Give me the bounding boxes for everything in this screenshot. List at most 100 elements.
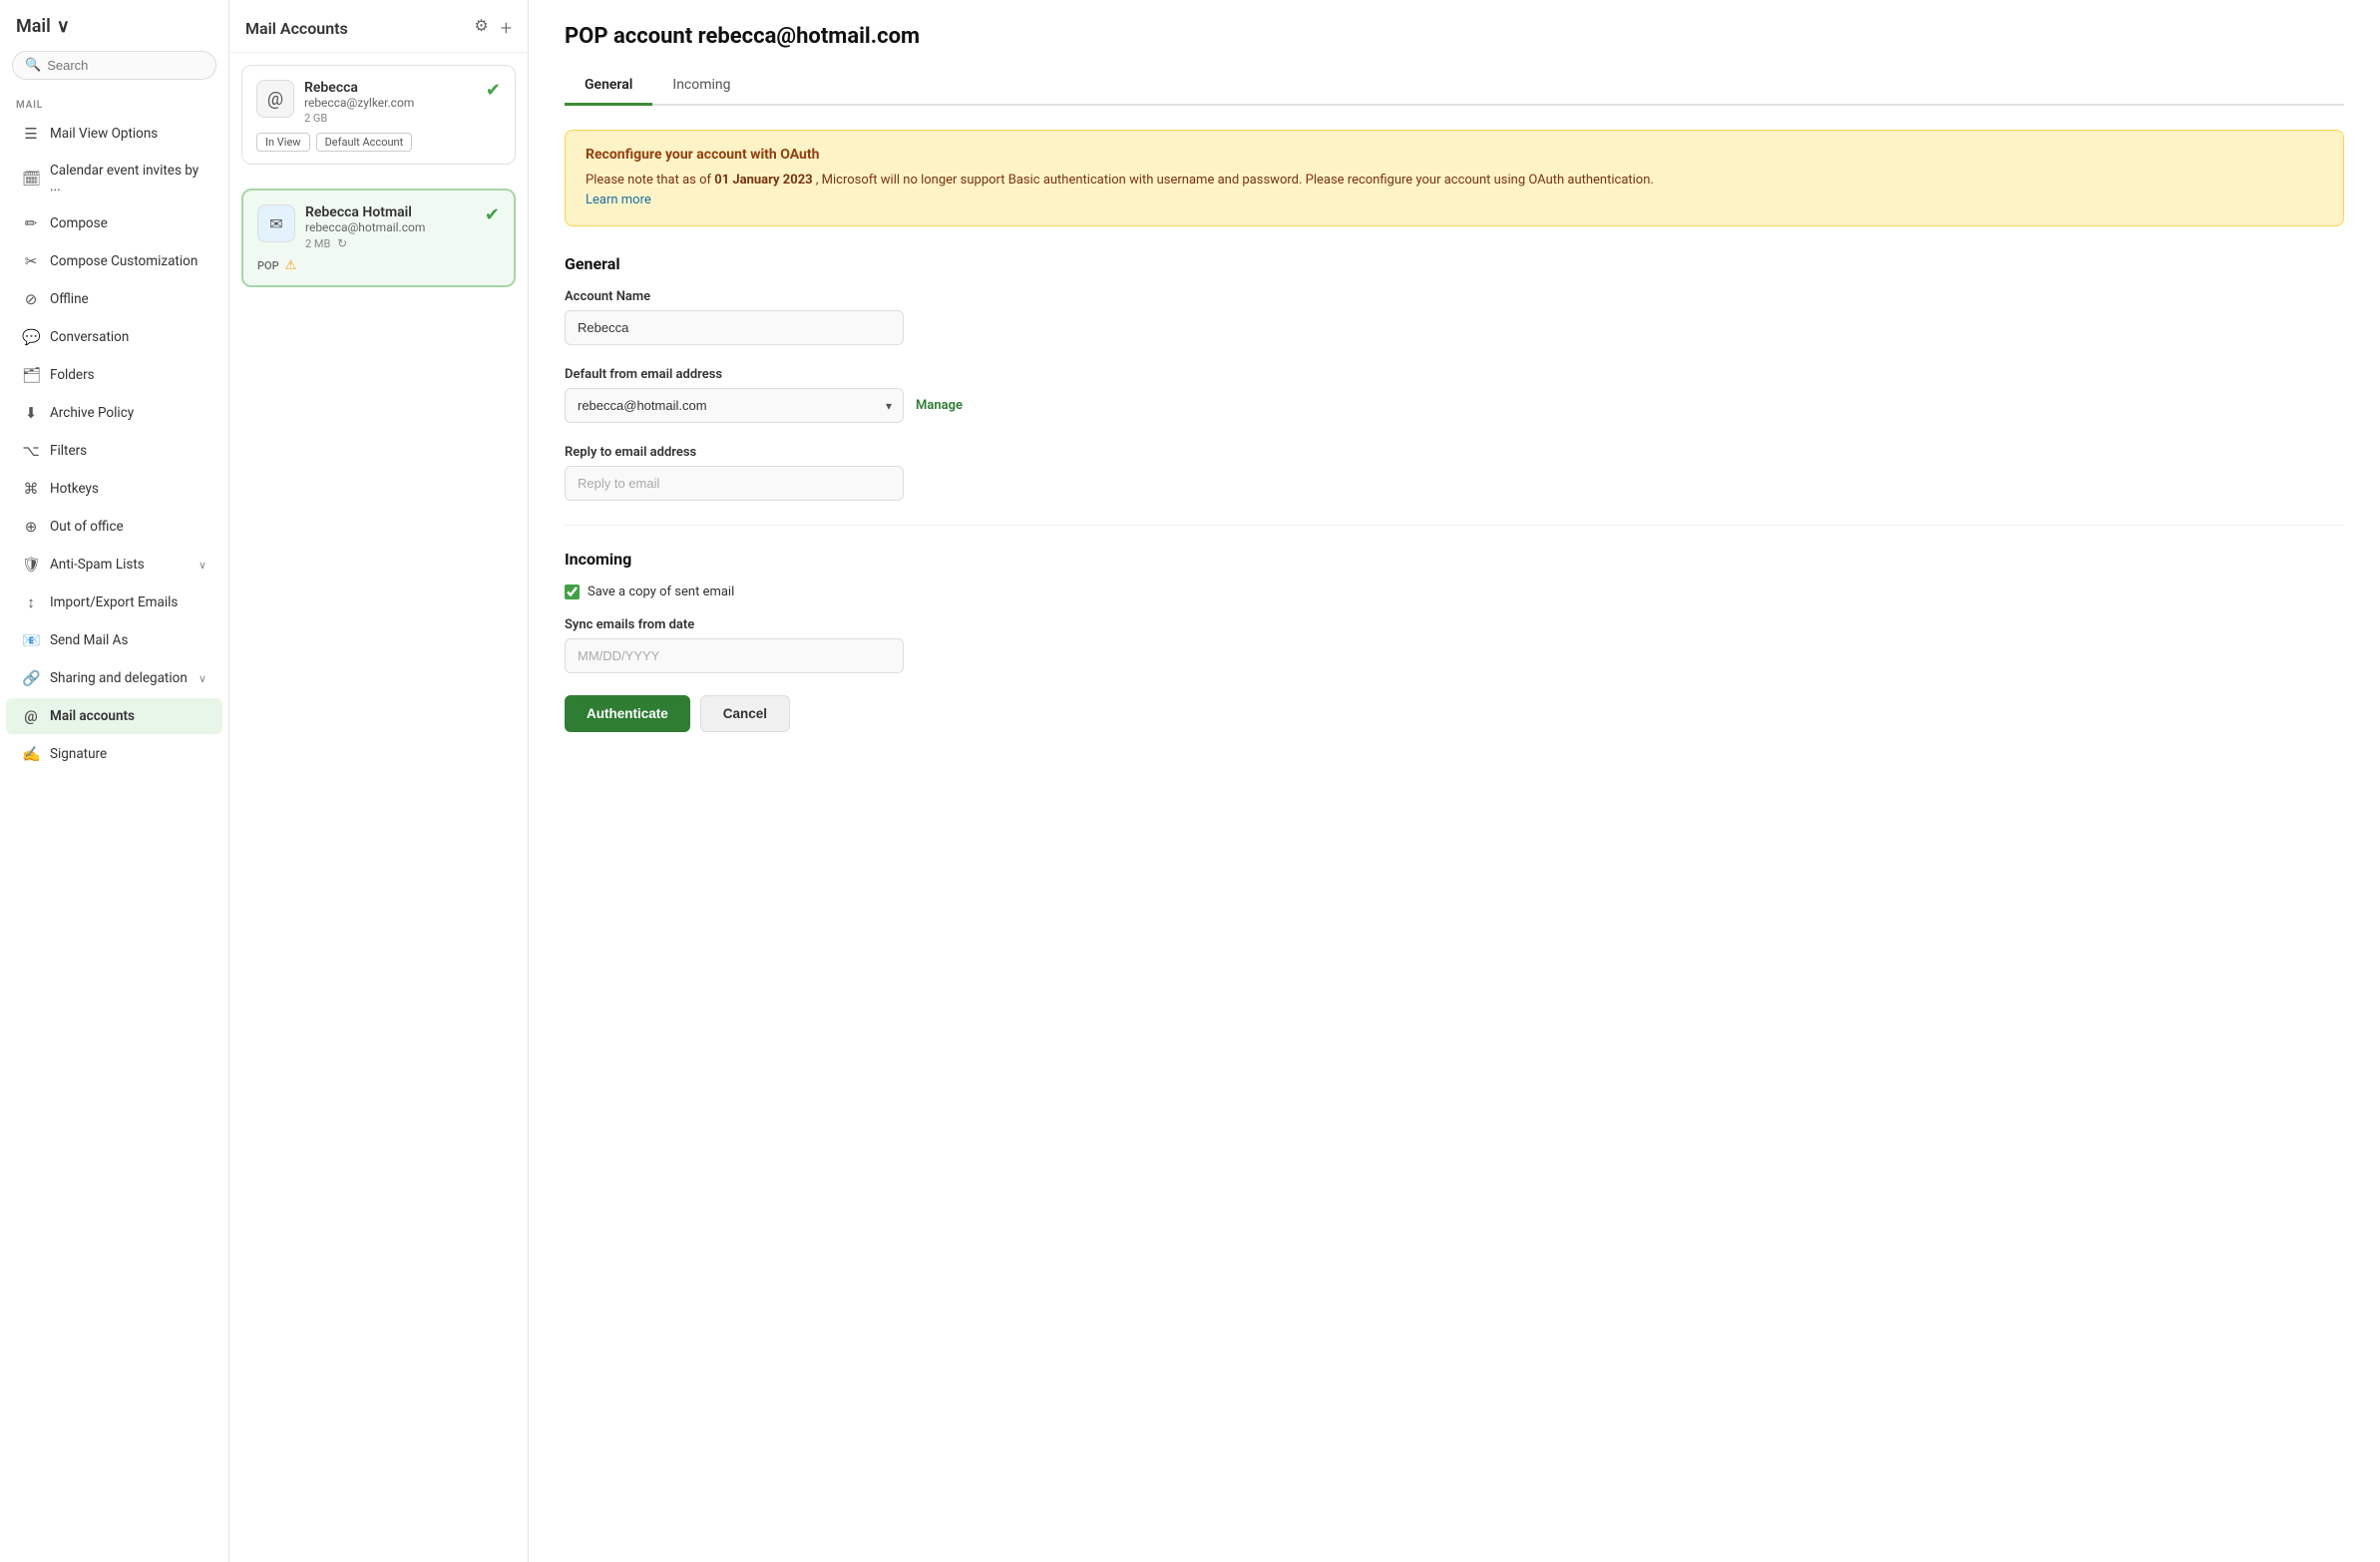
sidebar-item-import-export[interactable]: ↕ Import/Export Emails	[6, 585, 222, 620]
search-bar[interactable]: 🔍	[12, 51, 216, 80]
account-name-input[interactable]	[565, 310, 904, 345]
compose-custom-icon: ✂	[22, 252, 40, 270]
hotmail-icon: ✉	[269, 214, 282, 233]
account-info-hotmail: Rebecca Hotmail rebecca@hotmail.com 2 MB…	[305, 204, 475, 250]
sidebar-item-label: Mail accounts	[50, 708, 135, 724]
sidebar-item-label: Archive Policy	[50, 405, 134, 421]
app-title-chevron[interactable]: ∨	[57, 16, 70, 37]
sidebar-item-label: Conversation	[50, 329, 129, 345]
archive-icon: ⬇	[22, 404, 40, 422]
sidebar-item-anti-spam-lists[interactable]: 🛡 Anti-Spam Lists ∨	[6, 547, 222, 583]
sidebar-item-sharing-delegation[interactable]: 🔗 Sharing and delegation ∨	[6, 660, 222, 696]
account-email: rebecca@zylker.com	[304, 96, 476, 110]
account-info-rebecca: Rebecca rebecca@zylker.com 2 GB	[304, 80, 476, 125]
account-tags: In View Default Account	[256, 133, 501, 152]
account-check-icon-hotmail: ✔	[485, 204, 500, 225]
avatar-rebecca-zylker: @	[256, 80, 294, 118]
account-type-pop: POP	[257, 259, 279, 272]
search-input[interactable]	[47, 58, 203, 73]
account-card-top: @ Rebecca rebecca@zylker.com 2 GB ✔	[256, 80, 501, 125]
sidebar-item-compose-customization[interactable]: ✂ Compose Customization	[6, 243, 222, 279]
account-card-rebecca-zylker[interactable]: @ Rebecca rebecca@zylker.com 2 GB ✔ In V…	[241, 65, 516, 165]
sidebar-item-label: Send Mail As	[50, 632, 128, 648]
account-email-hotmail: rebecca@hotmail.com	[305, 220, 475, 234]
sidebar-item-mail-view-options[interactable]: ☰ Mail View Options	[6, 116, 222, 152]
sidebar-item-offline[interactable]: ⊘ Offline	[6, 281, 222, 317]
account-tag-default: Default Account	[316, 133, 413, 152]
reply-to-input[interactable]	[565, 466, 904, 501]
middle-panel-title: Mail Accounts	[245, 19, 348, 38]
sidebar-item-hotkeys[interactable]: ⌘ Hotkeys	[6, 471, 222, 507]
mail-accounts-icon: @	[22, 707, 40, 725]
tab-bar: General Incoming	[565, 69, 2344, 106]
sidebar-section-label: MAIL	[0, 92, 228, 115]
page-title: POP account rebecca@hotmail.com	[565, 24, 2344, 49]
save-copy-checkbox[interactable]	[565, 585, 580, 599]
middle-header-actions: ⚙ +	[474, 16, 512, 40]
account-tag-in-view: In View	[256, 133, 310, 152]
account-size-hotmail: 2 MB ↻	[305, 236, 475, 250]
hotkeys-icon: ⌘	[22, 480, 40, 498]
tab-incoming[interactable]: Incoming	[652, 69, 750, 106]
sync-date-field: Sync emails from date	[565, 617, 2344, 673]
reply-to-label: Reply to email address	[565, 445, 2344, 460]
out-of-office-icon: ⊕	[22, 518, 40, 536]
sidebar-item-label: Filters	[50, 443, 87, 459]
sidebar-item-conversation[interactable]: 💬 Conversation	[6, 319, 222, 355]
sidebar-item-label: Import/Export Emails	[50, 594, 178, 610]
chevron-down-icon: ∨	[198, 559, 206, 572]
sidebar-item-out-of-office[interactable]: ⊕ Out of office	[6, 509, 222, 545]
account-name-field: Account Name	[565, 289, 2344, 345]
default-email-select[interactable]: rebecca@hotmail.com	[565, 388, 904, 423]
sidebar-item-signature[interactable]: ✍ Signature	[6, 736, 222, 772]
signature-icon: ✍	[22, 745, 40, 763]
sidebar-item-label: Folders	[50, 367, 95, 383]
oauth-banner-date: 01 January 2023	[714, 173, 812, 188]
sync-date-input[interactable]	[565, 638, 904, 673]
sharing-icon: 🔗	[22, 669, 40, 687]
sidebar-item-calendar-event-invites[interactable]: 🗓 Calendar event invites by ...	[6, 154, 222, 203]
at-icon: @	[267, 89, 283, 110]
account-card-rebecca-hotmail[interactable]: ✉ Rebecca Hotmail rebecca@hotmail.com 2 …	[241, 189, 516, 287]
chevron-down-icon-2: ∨	[198, 672, 206, 685]
default-email-field: Default from email address rebecca@hotma…	[565, 367, 2344, 423]
sync-icon: ↻	[337, 236, 347, 250]
sidebar-item-label: Compose	[50, 215, 108, 231]
account-name-hotmail: Rebecca Hotmail	[305, 204, 475, 220]
tab-general[interactable]: General	[565, 69, 652, 106]
sidebar-item-send-mail-as[interactable]: 📧 Send Mail As	[6, 622, 222, 658]
account-name-label: Account Name	[565, 289, 2344, 304]
save-copy-checkbox-row: Save a copy of sent email	[565, 585, 2344, 599]
account-check-icon: ✔	[486, 80, 501, 101]
default-email-row: rebecca@hotmail.com Manage	[565, 388, 2344, 423]
app-title: Mail	[16, 16, 51, 37]
sidebar-item-label: Anti-Spam Lists	[50, 557, 145, 573]
sidebar-item-filters[interactable]: ⌥ Filters	[6, 433, 222, 469]
add-account-icon[interactable]: +	[501, 16, 512, 40]
gear-icon[interactable]: ⚙	[474, 16, 488, 40]
sidebar-item-label: Signature	[50, 746, 107, 762]
oauth-banner-title: Reconfigure your account with OAuth	[586, 147, 2323, 163]
calendar-icon: 🗓	[22, 170, 40, 188]
send-mail-icon: 📧	[22, 631, 40, 649]
sidebar-item-label: Hotkeys	[50, 481, 99, 497]
sidebar-item-compose[interactable]: ✏ Compose	[6, 205, 222, 241]
cancel-button[interactable]: Cancel	[700, 695, 790, 732]
incoming-section-title: Incoming	[565, 550, 2344, 569]
warning-icon: ⚠	[285, 258, 297, 273]
authenticate-button[interactable]: Authenticate	[565, 695, 690, 732]
sidebar-item-mail-accounts[interactable]: @ Mail accounts	[6, 698, 222, 734]
mail-view-options-icon: ☰	[22, 125, 40, 143]
sidebar-item-label: Offline	[50, 291, 89, 307]
oauth-banner: Reconfigure your account with OAuth Plea…	[565, 130, 2344, 226]
oauth-banner-text: Please note that as of 01 January 2023 ,…	[586, 171, 2323, 209]
general-section-title: General	[565, 254, 2344, 273]
offline-icon: ⊘	[22, 290, 40, 308]
sidebar-item-label: Out of office	[50, 519, 124, 535]
manage-link[interactable]: Manage	[916, 398, 963, 413]
filters-icon: ⌥	[22, 442, 40, 460]
learn-more-link[interactable]: Learn more	[586, 193, 651, 207]
sidebar-item-archive-policy[interactable]: ⬇ Archive Policy	[6, 395, 222, 431]
sidebar-item-folders[interactable]: 🗂 Folders	[6, 357, 222, 393]
app-title-bar: Mail ∨	[0, 0, 228, 45]
